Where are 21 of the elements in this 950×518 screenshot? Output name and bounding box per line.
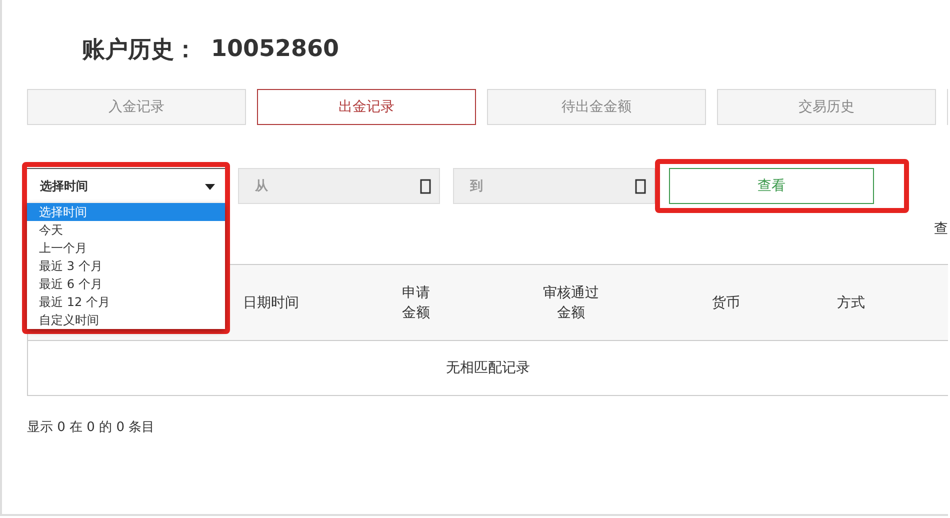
dropdown-option[interactable]: 最近 6 个月 xyxy=(27,275,225,293)
tab[interactable]: 出金记录 xyxy=(257,89,476,125)
page-title: 账户历史： xyxy=(82,36,197,64)
dropdown-option[interactable]: 最近 12 个月 xyxy=(27,293,225,311)
column-header: 审核通过金额 xyxy=(542,284,600,322)
column-header: 申请金额 xyxy=(400,284,431,322)
column-header: 方式 xyxy=(837,294,865,312)
dropdown-option[interactable]: 自定义时间 xyxy=(27,311,225,329)
dropdown-option[interactable]: 选择时间 xyxy=(27,203,225,221)
column-header: 货币 xyxy=(712,294,740,312)
empty-message: 无相匹配记录 xyxy=(446,359,530,377)
date-field[interactable]: 到 xyxy=(453,168,655,204)
dropdown-option[interactable]: 上一个月 xyxy=(27,239,225,257)
view-button[interactable]: 查看 xyxy=(669,168,874,204)
dropdown-option[interactable]: 今天 xyxy=(27,221,225,239)
column-header: 日期时间 xyxy=(243,294,299,312)
dropdown-option[interactable]: 最近 3 个月 xyxy=(27,257,225,275)
label-text: 查 xyxy=(934,220,948,239)
date-field[interactable]: 从 xyxy=(238,168,440,204)
account-number: 10052860 xyxy=(211,36,340,62)
entries-info: 显示 0 在 0 的 0 条目 xyxy=(27,420,155,435)
